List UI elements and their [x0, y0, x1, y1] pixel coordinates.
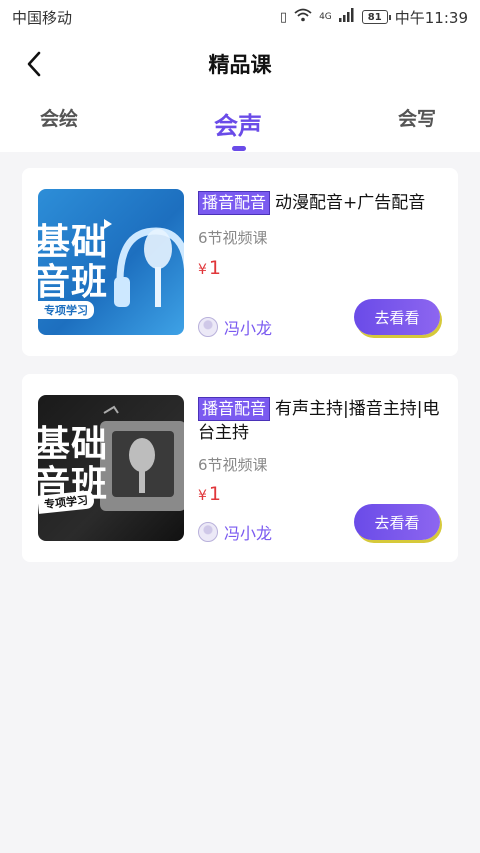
price: ¥1 [198, 483, 221, 505]
category-tabs: 会绘 会声 会写 [0, 94, 480, 152]
carrier-label: 中国移动 [12, 8, 73, 27]
network-type-label: 4G [319, 12, 332, 22]
thumbnail-line-1: 基础 [38, 222, 109, 263]
course-title: 播音配音 有声主持|播音主持|电台主持 [198, 397, 448, 445]
currency-symbol: ¥ [198, 488, 207, 504]
price-value: 1 [208, 257, 222, 279]
clock: 中午11:39 [394, 8, 468, 27]
signal-icon [338, 8, 355, 26]
back-button[interactable] [18, 48, 50, 80]
tab-write[interactable]: 会写 [398, 104, 436, 131]
lesson-count: 6节视频课 [198, 456, 268, 474]
tab-draw[interactable]: 会绘 [40, 104, 78, 131]
lesson-count: 6节视频课 [198, 229, 268, 247]
thumbnail-heading: 基础 音班 [38, 223, 108, 303]
teacher-name: 冯小龙 [224, 524, 273, 543]
thumbnail-line-2: 音班 [38, 262, 109, 303]
battery-icon: 81 [361, 10, 391, 24]
status-icons: ▯ 4G 81 中午11:39 [280, 7, 468, 28]
app-header: 精品课 [0, 34, 480, 94]
teacher-info: 冯小龙 [198, 520, 272, 544]
wifi-icon [294, 8, 312, 26]
course-thumbnail: 基础 音班 专项学习 [38, 395, 184, 541]
chevron-left-icon [27, 51, 41, 77]
avatar [198, 317, 218, 337]
thumbnail-line-1: 基础 [38, 424, 109, 465]
price: ¥1 [198, 257, 221, 279]
view-course-button[interactable]: 去看看 [354, 299, 440, 335]
course-thumbnail: 基础 音班 专项学习 [38, 189, 184, 335]
teacher-name: 冯小龙 [224, 319, 273, 338]
price-value: 1 [208, 483, 222, 505]
course-card[interactable]: 基础 音班 专项学习 播音配音 动漫配音+广告配音 6节视频课 ¥1 冯小龙 去看… [22, 168, 458, 356]
course-title-text: 动漫配音+广告配音 [275, 193, 426, 213]
thumbnail-subtitle: 专项学习 [38, 301, 94, 319]
page-title: 精品课 [208, 53, 272, 77]
active-tab-indicator [232, 146, 246, 151]
course-card[interactable]: 基础 音班 专项学习 播音配音 有声主持|播音主持|电台主持 6节视频课 ¥1 冯… [22, 374, 458, 562]
tab-voice[interactable]: 会声 [214, 106, 262, 141]
currency-symbol: ¥ [198, 262, 207, 278]
view-course-button[interactable]: 去看看 [354, 504, 440, 540]
avatar [198, 522, 218, 542]
vibrate-icon: ▯ [279, 9, 288, 25]
status-bar: 中国移动 ▯ 4G 81 中午11:39 [0, 0, 480, 34]
battery-level: 81 [367, 11, 382, 23]
category-tag: 播音配音 [198, 397, 271, 421]
teacher-info: 冯小龙 [198, 315, 272, 339]
course-title: 播音配音 动漫配音+广告配音 [198, 191, 448, 215]
category-tag: 播音配音 [198, 191, 271, 215]
